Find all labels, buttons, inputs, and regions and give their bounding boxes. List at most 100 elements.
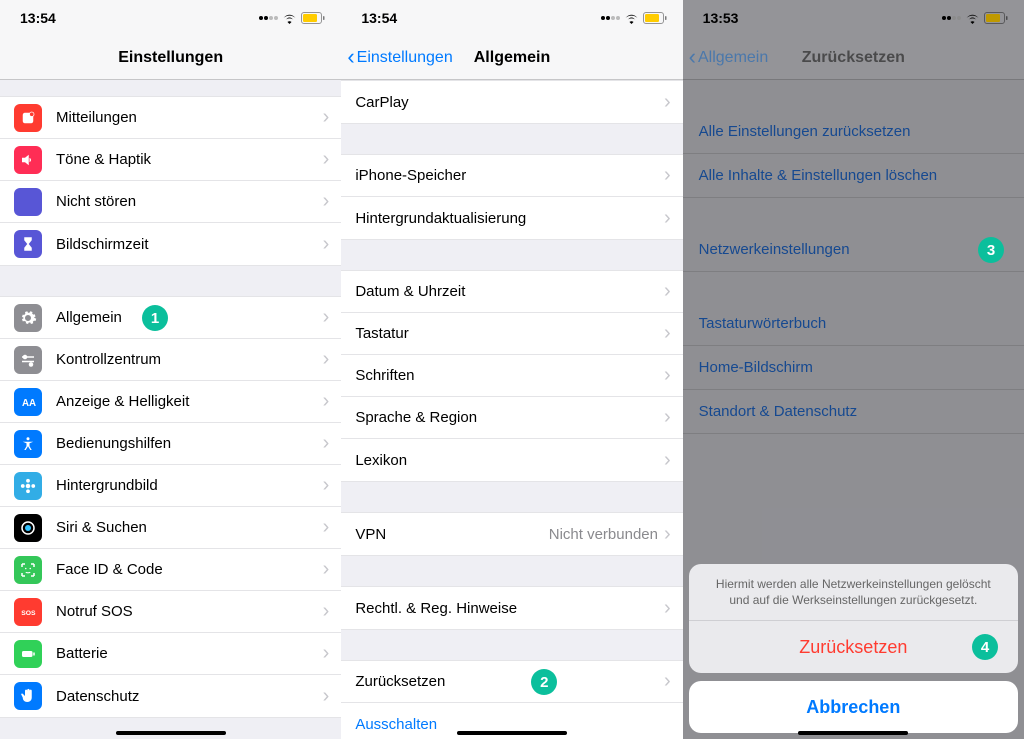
row-label: Alle Einstellungen zurücksetzen [699,123,911,140]
nav-bar: Einstellungen [0,36,341,80]
row-label: Allgemein [56,309,323,326]
row-label: Netzwerkeinstellungen [699,241,850,258]
row-label: Hintergrundbild [56,477,323,494]
switches-icon [14,346,42,374]
cellular-icon [259,16,278,20]
svg-text:AA: AA [22,397,36,408]
cellular-icon [601,16,620,20]
textsize-icon: AA [14,388,42,416]
chevron-right-icon: › [323,558,330,581]
chevron-right-icon: › [664,597,671,620]
settings-row-mitteilungen[interactable]: Mitteilungen› [0,97,341,139]
settings-row-notruf-sos[interactable]: SOSNotruf SOS› [0,591,341,633]
row-label: Sprache & Region [355,409,664,426]
row-detail: Nicht verbunden [549,526,658,543]
row-label: Töne & Haptik [56,151,323,168]
chevron-right-icon: › [323,306,330,329]
back-button[interactable]: ‹ Einstellungen [347,36,452,79]
step-badge-4: 4 [972,634,998,660]
row-label: Siri & Suchen [56,519,323,536]
cancel-button[interactable]: Abbrechen [689,681,1018,733]
chevron-right-icon: › [664,523,671,546]
reset-row-alle-einstellungen-zur-cksetzen[interactable]: Alle Einstellungen zurücksetzen [683,110,1024,154]
row-label: Batterie [56,645,323,662]
action-sheet: Hiermit werden alle Netzwerkeinstellunge… [689,564,1018,733]
nav-bar: ‹ Einstellungen Allgemein [341,36,682,80]
battery-icon [14,640,42,668]
row-label: VPN [355,526,548,543]
reset-row-standort-datenschutz[interactable]: Standort & Datenschutz [683,390,1024,434]
chevron-right-icon: › [323,685,330,708]
chevron-left-icon: ‹ [689,46,696,68]
chevron-right-icon: › [323,190,330,213]
back-label: Einstellungen [357,49,453,67]
status-bar: 13:54 [0,0,341,36]
chevron-right-icon: › [664,670,671,693]
general-row-datum-uhrzeit[interactable]: Datum & Uhrzeit› [341,271,682,313]
general-row-schriften[interactable]: Schriften› [341,355,682,397]
reset-row-tastaturw-rterbuch[interactable]: Tastaturwörterbuch [683,302,1024,346]
chevron-right-icon: › [664,364,671,387]
chevron-right-icon: › [664,91,671,114]
general-row-tastatur[interactable]: Tastatur› [341,313,682,355]
row-label: iPhone-Speicher [355,167,664,184]
page-title: Zurücksetzen [802,49,905,67]
reset-row-home-bildschirm[interactable]: Home-Bildschirm [683,346,1024,390]
settings-row-allgemein[interactable]: Allgemein›1 [0,297,341,339]
row-label: Home-Bildschirm [699,359,813,376]
settings-row-t-ne-haptik[interactable]: Töne & Haptik› [0,139,341,181]
row-label: Rechtl. & Reg. Hinweise [355,600,664,617]
general-row-lexikon[interactable]: Lexikon› [341,439,682,481]
settings-content[interactable]: Mitteilungen›Töne & Haptik›Nicht stören›… [0,80,341,739]
general-row-iphone-speicher[interactable]: iPhone-Speicher› [341,155,682,197]
row-label: Tastatur [355,325,664,342]
status-bar: 13:54 [341,0,682,36]
general-row-rechtl-reg-hinweise[interactable]: Rechtl. & Reg. Hinweise› [341,587,682,629]
settings-row-kontrollzentrum[interactable]: Kontrollzentrum› [0,339,341,381]
chevron-right-icon: › [323,233,330,256]
home-indicator[interactable] [116,731,226,735]
chevron-right-icon: › [323,642,330,665]
step-badge-3: 3 [978,237,1004,263]
settings-row-batterie[interactable]: Batterie› [0,633,341,675]
row-label: Schriften [355,367,664,384]
wifi-icon [965,13,980,24]
access-icon [14,430,42,458]
general-row-zur-cksetzen[interactable]: Zurücksetzen›2 [341,661,682,703]
general-row-carplay[interactable]: CarPlay› [341,81,682,123]
row-label: Mitteilungen [56,109,323,126]
row-label: Zurücksetzen [355,673,664,690]
settings-row-hintergrundbild[interactable]: Hintergrundbild› [0,465,341,507]
chevron-right-icon: › [664,207,671,230]
hourglass-icon [14,230,42,258]
row-label: Bildschirmzeit [56,236,323,253]
chevron-right-icon: › [323,148,330,171]
action-sheet-group: Hiermit werden alle Netzwerkeinstellunge… [689,564,1018,673]
settings-row-bedienungshilfen[interactable]: Bedienungshilfen› [0,423,341,465]
reset-row-netzwerkeinstellungen[interactable]: Netzwerkeinstellungen 3 [683,228,1024,272]
settings-row-nicht-st-ren[interactable]: Nicht stören› [0,181,341,223]
settings-row-bildschirmzeit[interactable]: Bildschirmzeit› [0,223,341,265]
general-row-sprache-region[interactable]: Sprache & Region› [341,397,682,439]
status-time: 13:54 [20,10,56,26]
home-indicator[interactable] [798,731,908,735]
home-indicator[interactable] [457,731,567,735]
chevron-right-icon: › [664,164,671,187]
general-row-vpn[interactable]: VPNNicht verbunden › [341,513,682,555]
status-bar: 13:53 [683,0,1024,36]
settings-row-anzeige-helligkeit[interactable]: AAAnzeige & Helligkeit› [0,381,341,423]
settings-row-face-id-code[interactable]: Face ID & Code› [0,549,341,591]
nav-bar: ‹ Allgemein Zurücksetzen [683,36,1024,80]
battery-icon [643,12,667,24]
general-content[interactable]: CarPlay› iPhone-Speicher›Hintergrundaktu… [341,80,682,739]
settings-row-siri-suchen[interactable]: Siri & Suchen› [0,507,341,549]
settings-row-datenschutz[interactable]: Datenschutz› [0,675,341,717]
general-row-hintergrundaktualisierung[interactable]: Hintergrundaktualisierung› [341,197,682,239]
back-label: Allgemein [698,49,768,67]
back-button[interactable]: ‹ Allgemein [689,36,769,79]
row-label: Bedienungshilfen [56,435,323,452]
reset-row-alle-inhalte-einstellungen-l-schen[interactable]: Alle Inhalte & Einstellungen löschen [683,154,1024,198]
row-label: Face ID & Code [56,561,323,578]
row-label: Tastaturwörterbuch [699,315,827,332]
reset-confirm-button[interactable]: Zurücksetzen 4 [689,621,1018,673]
